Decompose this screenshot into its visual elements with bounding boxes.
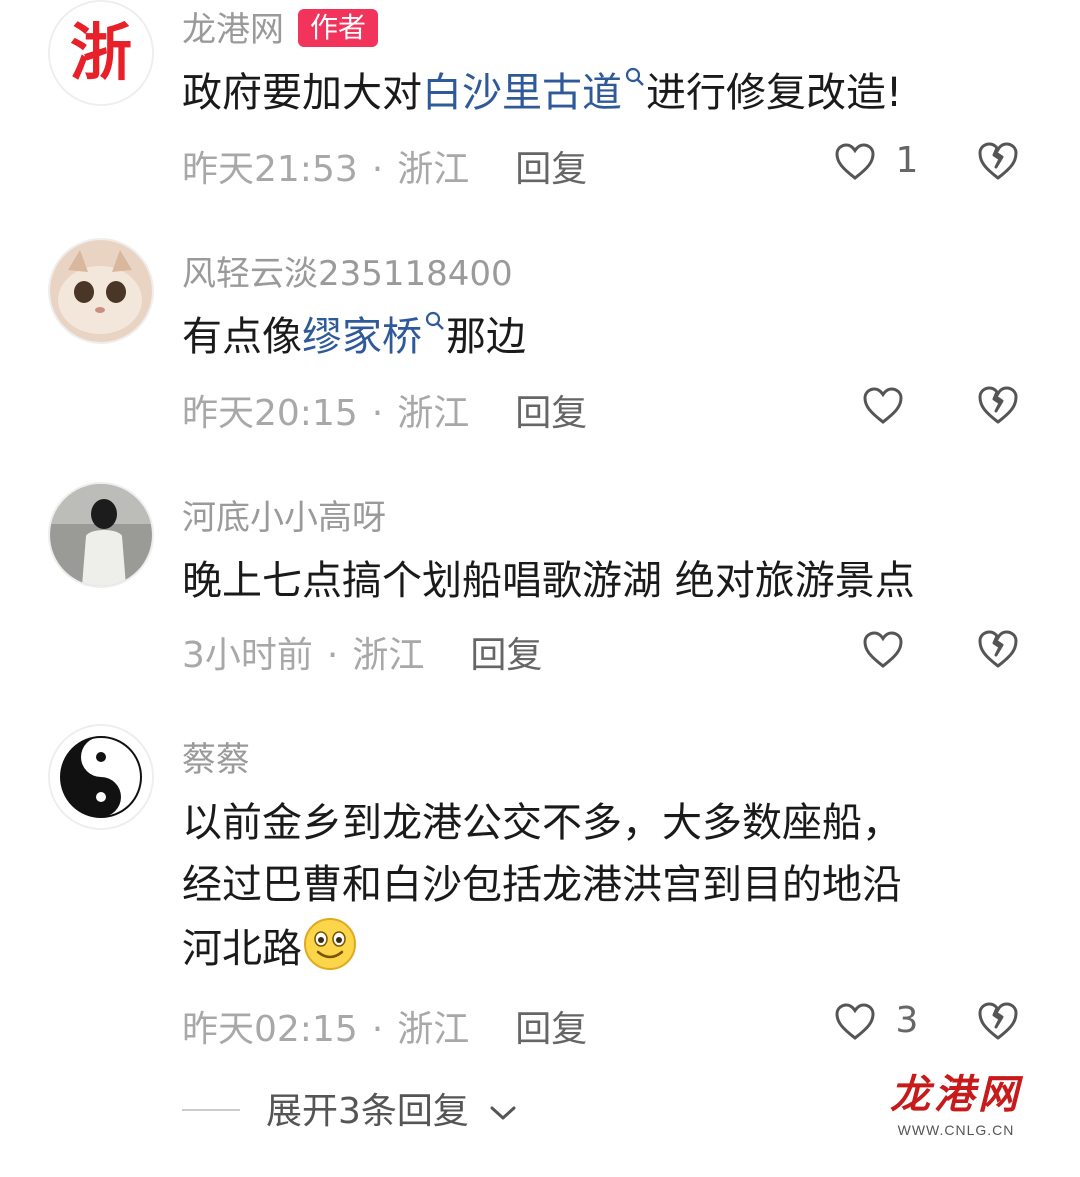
separator: · xyxy=(371,1009,384,1050)
location: 浙江 xyxy=(352,635,425,676)
dislike-button[interactable] xyxy=(976,1000,1020,1042)
reply-button[interactable]: 回复 xyxy=(515,1009,587,1050)
author-badge: 作者 xyxy=(298,9,379,47)
expand-replies-button[interactable]: 展开3条回复 xyxy=(182,1082,518,1134)
avatar-person-photo[interactable] xyxy=(48,482,154,588)
broken-heart-icon xyxy=(978,630,1018,668)
comment-text-post: 进行修复改造! xyxy=(646,70,903,116)
reply-button[interactable]: 回复 xyxy=(515,149,587,190)
comment-text-line: 河北路 xyxy=(182,916,1032,980)
chevron-down-icon xyxy=(490,1106,516,1120)
comment-text: 以前金乡到龙港公交不多，大多数座船， 经过巴曹和白沙包括龙港洪宫到目的地沿 河北… xyxy=(182,792,1032,980)
comment-text-line-text: 河北路 xyxy=(182,926,302,972)
comment-text: 政府要加大对白沙里古道 进行修复改造! xyxy=(182,62,1032,124)
like-button[interactable] xyxy=(862,384,904,426)
separator: · xyxy=(326,635,339,676)
avatar-zhe-logo[interactable]: 浙 xyxy=(48,0,154,106)
like-button[interactable] xyxy=(862,628,904,670)
reply-button[interactable]: 回复 xyxy=(470,635,542,676)
watermark-url: WWW.CNLG.CN xyxy=(897,1122,1015,1138)
search-link[interactable]: 缪家桥 xyxy=(302,311,446,360)
timestamp: 昨天21:53 xyxy=(182,149,358,190)
broken-heart-icon xyxy=(978,386,1018,424)
location: 浙江 xyxy=(397,149,470,190)
separator: · xyxy=(371,393,384,434)
heart-icon xyxy=(863,387,903,424)
comment-text-line: 以前金乡到龙港公交不多，大多数座船， xyxy=(182,800,902,846)
watermark-title: 龙港网 xyxy=(890,1071,1022,1118)
username[interactable]: 河底小小高呀 xyxy=(182,490,386,539)
reply-button[interactable]: 回复 xyxy=(515,393,587,434)
dislike-button[interactable] xyxy=(976,628,1020,670)
like-button[interactable]: 1 xyxy=(834,140,918,182)
heart-icon xyxy=(835,1003,875,1040)
separator: · xyxy=(371,149,384,190)
comment-text-pre: 政府要加大对 xyxy=(182,70,422,116)
search-icon xyxy=(625,67,644,86)
timestamp: 昨天02:15 xyxy=(182,1009,358,1050)
comment-meta: 昨天21:53 · 浙江 回复 xyxy=(182,140,587,192)
timestamp: 3小时前 xyxy=(182,635,313,676)
comment-text: 有点像缪家桥 那边 xyxy=(182,306,1032,368)
watermark-logo: 龙港网 WWW.CNLG.CN xyxy=(886,1062,1026,1138)
broken-heart-icon xyxy=(978,1002,1018,1040)
username[interactable]: 风轻云淡235118400 xyxy=(182,246,513,295)
heart-icon xyxy=(835,143,875,180)
heart-icon xyxy=(863,631,903,668)
dislike-button[interactable] xyxy=(976,140,1020,182)
timestamp: 昨天20:15 xyxy=(182,393,358,434)
smile-emoji-icon xyxy=(304,918,356,970)
search-icon xyxy=(425,311,444,330)
comment-text-pre: 有点像 xyxy=(182,314,302,360)
broken-heart-icon xyxy=(978,142,1018,180)
comment-meta: 3小时前 · 浙江 回复 xyxy=(182,626,542,678)
comment-text-post: 那边 xyxy=(446,314,526,360)
username[interactable]: 龙港网 作者 xyxy=(182,2,379,51)
comment-meta: 昨天02:15 · 浙江 回复 xyxy=(182,1000,587,1052)
dislike-button[interactable] xyxy=(976,384,1020,426)
avatar-logo-text: 浙 xyxy=(70,16,132,89)
username-text[interactable]: 龙港网 xyxy=(182,10,284,50)
location: 浙江 xyxy=(397,1009,470,1050)
avatar-cat-photo[interactable] xyxy=(48,238,154,344)
avatar-yinyang[interactable] xyxy=(48,724,154,830)
comment-text-line: 经过巴曹和白沙包括龙港洪宫到目的地沿 xyxy=(182,862,902,908)
username[interactable]: 蔡蔡 xyxy=(182,732,250,781)
like-button[interactable]: 3 xyxy=(834,1000,918,1042)
search-link[interactable]: 白沙里古道 xyxy=(422,67,646,116)
yinyang-icon xyxy=(50,726,152,828)
expand-replies-label[interactable]: 展开3条回复 xyxy=(266,1091,469,1132)
comment-meta: 昨天20:15 · 浙江 回复 xyxy=(182,384,587,436)
location: 浙江 xyxy=(397,393,470,434)
like-count: 1 xyxy=(895,140,919,181)
expand-divider xyxy=(182,1109,240,1111)
search-link-label[interactable]: 缪家桥 xyxy=(302,314,422,360)
comment-text: 晚上七点搞个划船唱歌游湖 绝对旅游景点 xyxy=(182,558,915,604)
like-count: 3 xyxy=(895,1000,919,1041)
search-link-label[interactable]: 白沙里古道 xyxy=(422,70,622,116)
